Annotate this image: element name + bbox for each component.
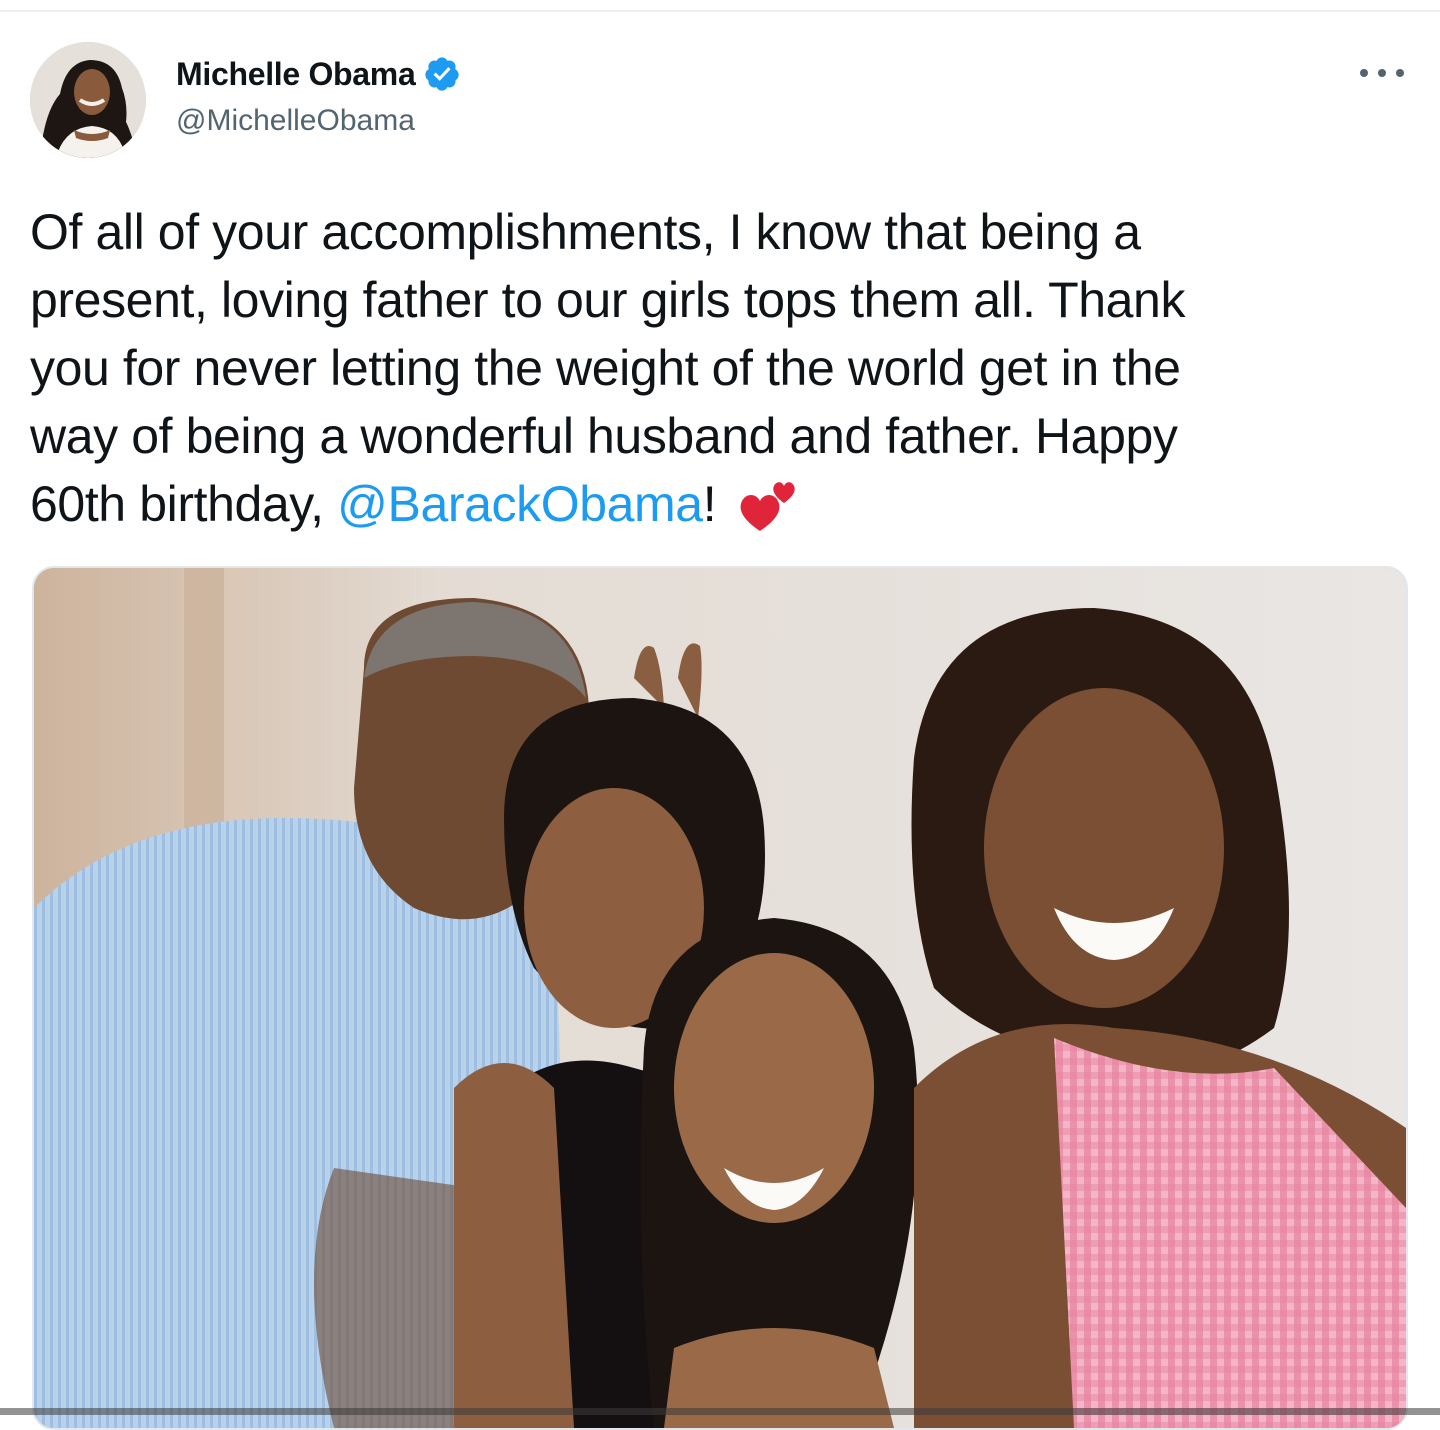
tweet-photo[interactable] (32, 566, 1408, 1430)
tweet-text-line: present, loving father to our girls tops… (30, 272, 1186, 328)
family-photo-image (34, 568, 1406, 1428)
two-hearts-emoji-icon (738, 473, 800, 535)
bottom-edge-shadow (0, 1408, 1440, 1415)
avatar-image (30, 42, 146, 158)
tweet-text-fragment: 60th birthday, (30, 476, 338, 532)
author-name-row[interactable]: Michelle Obama (176, 52, 461, 96)
more-dot (1360, 69, 1368, 77)
avatar[interactable] (30, 42, 146, 158)
author-handle[interactable]: @MichelleObama (176, 104, 415, 138)
tweet-text-line: you for never letting the weight of the … (30, 340, 1181, 396)
author-display-name[interactable]: Michelle Obama (176, 56, 416, 93)
tweet-text-last-line: 60th birthday, @BarackObama! (30, 470, 1400, 538)
tweet-text-line: Of all of your accomplishments, I know t… (30, 204, 1141, 260)
tweet-text: Of all of your accomplishments, I know t… (30, 198, 1400, 538)
more-dot (1396, 69, 1404, 77)
tweet-text-fragment: ! (702, 476, 717, 532)
more-options-icon[interactable] (1360, 58, 1404, 88)
tweet-card: Michelle Obama @MichelleObama Of all of … (0, 0, 1440, 1430)
mention-link[interactable]: @BarackObama (337, 476, 703, 532)
verified-badge-icon (423, 55, 461, 93)
more-dot (1378, 69, 1386, 77)
tweet-text-line: way of being a wonderful husband and fat… (30, 408, 1178, 464)
